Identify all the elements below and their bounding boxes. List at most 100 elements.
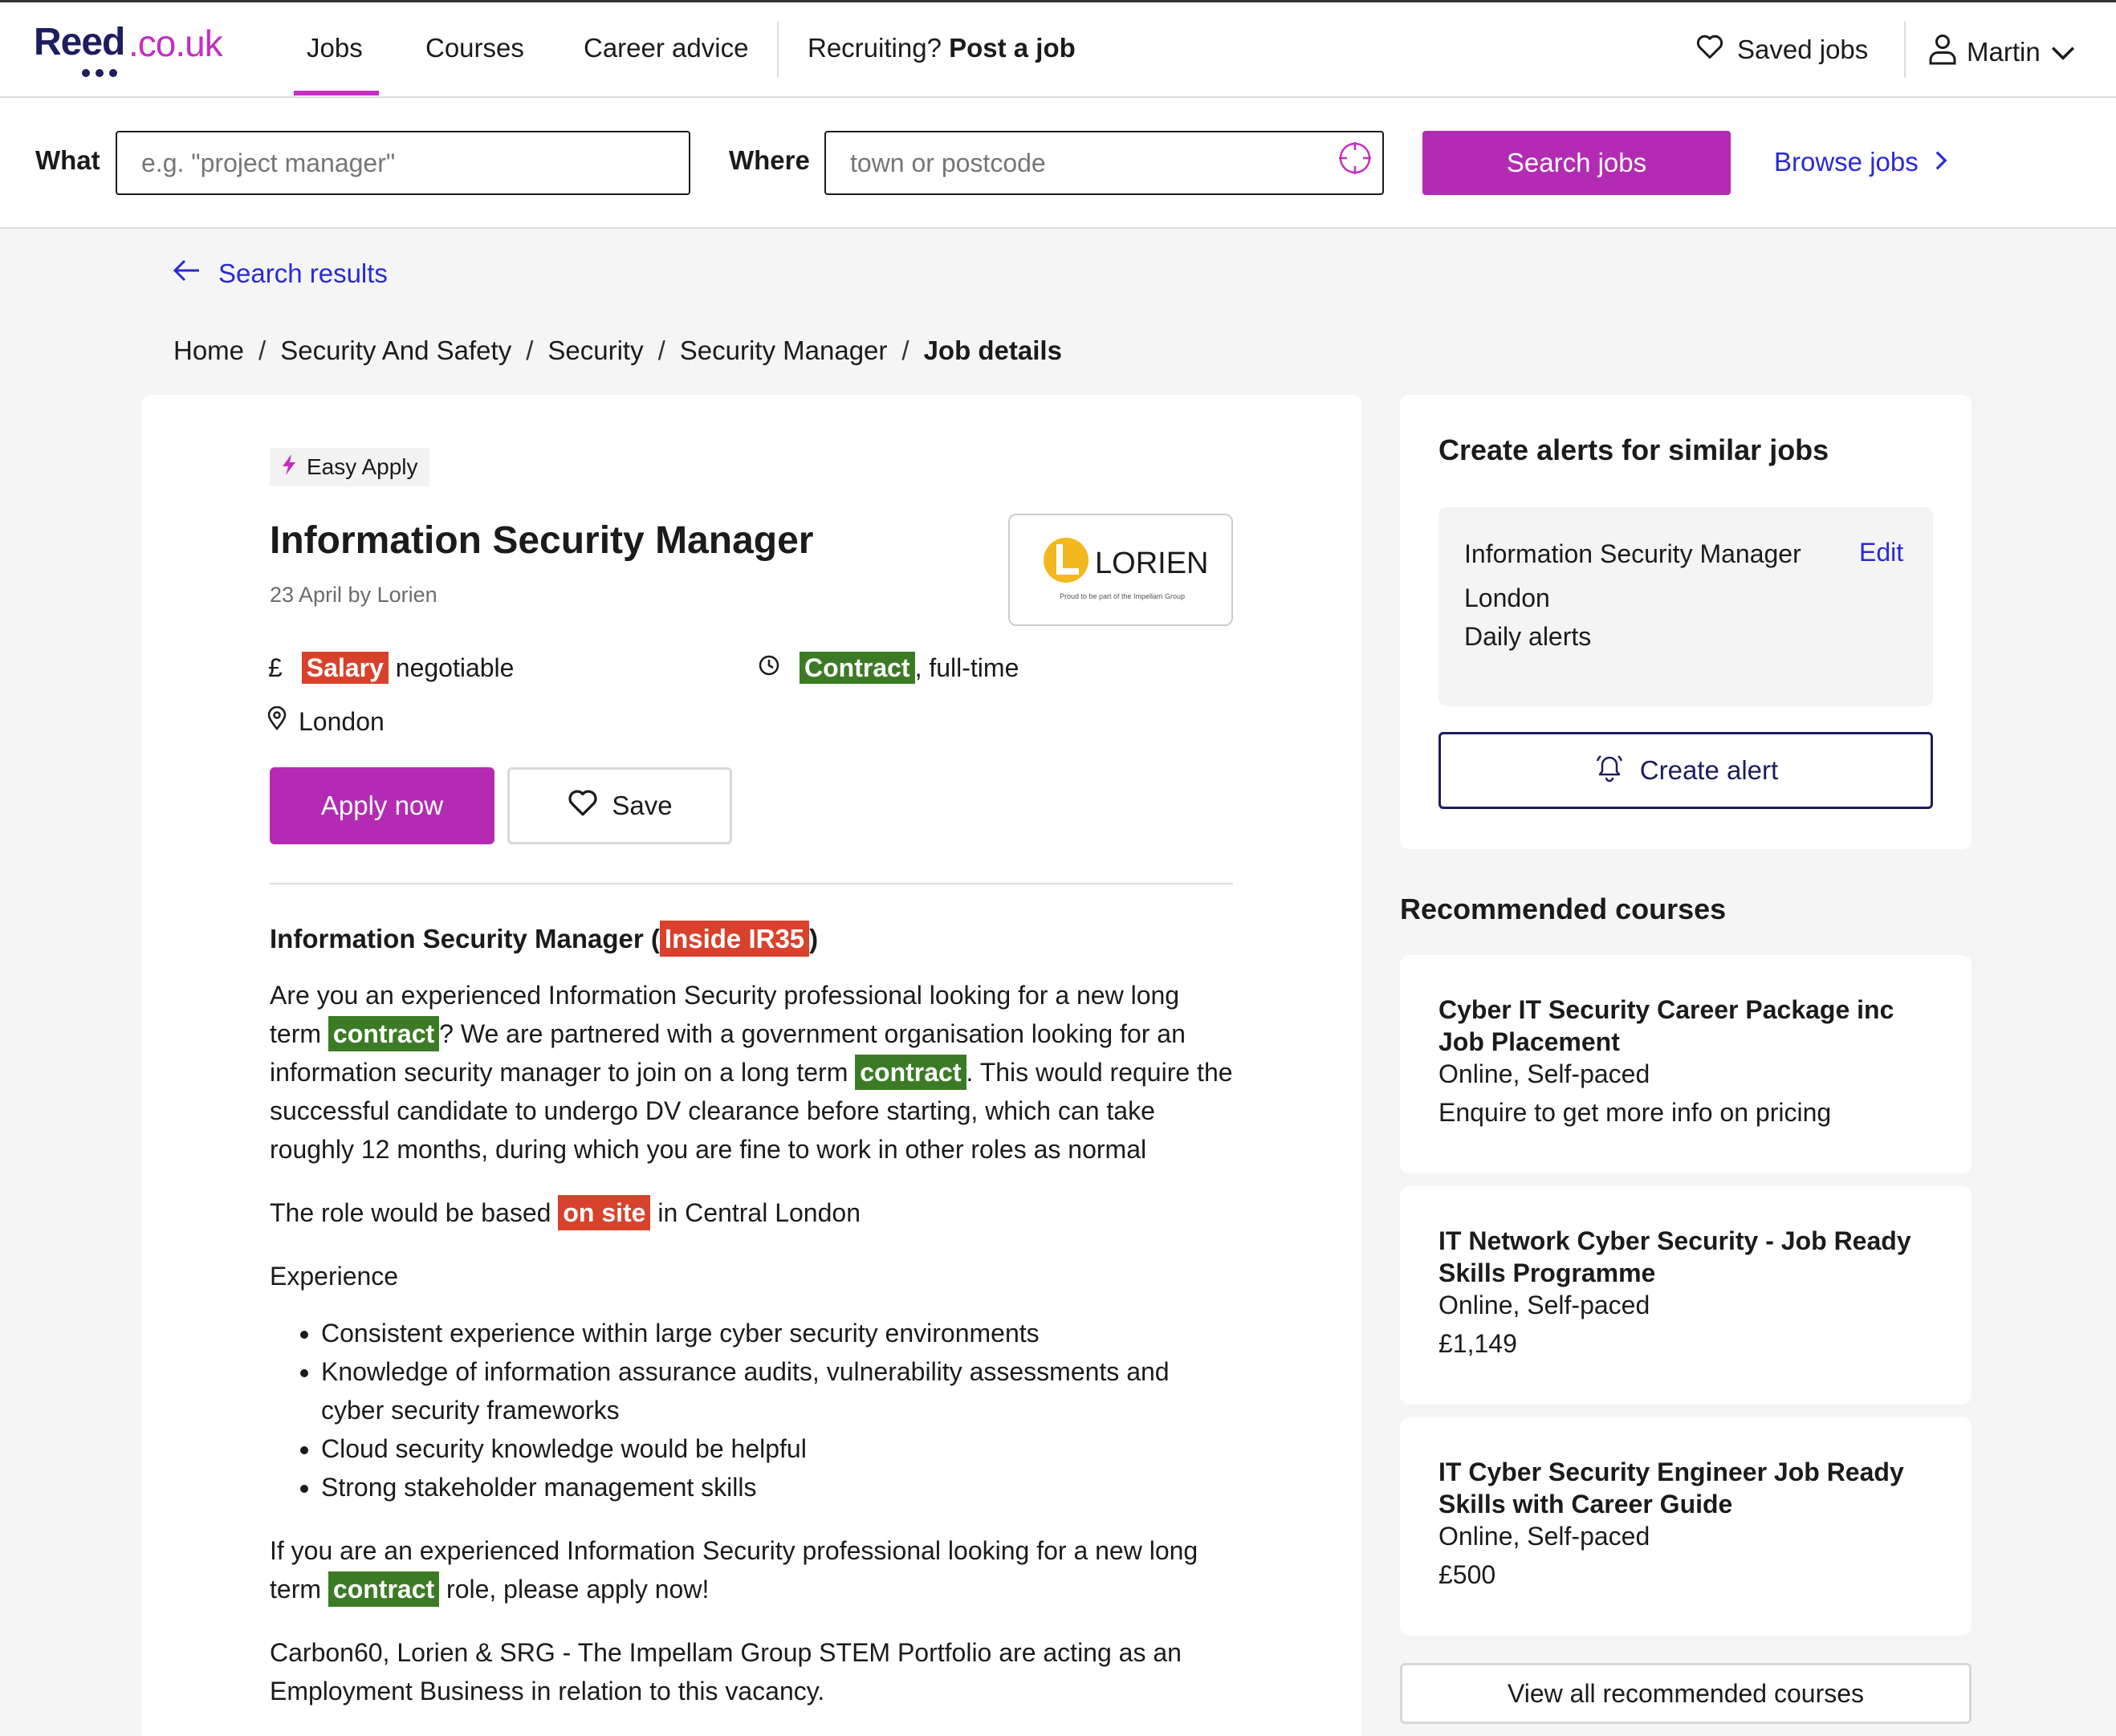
reed-logo[interactable]: Reed .co.uk	[34, 20, 226, 77]
alert-job-title: Information Security Manager	[1464, 539, 1801, 568]
alerts-title: Create alerts for similar jobs	[1438, 433, 1829, 466]
heart-icon	[1695, 33, 1724, 67]
description-paragraph: Are you an experienced Information Secur…	[270, 981, 1233, 1164]
divider	[270, 883, 1233, 884]
alert-frequency: Daily alerts	[1464, 622, 1592, 651]
job-type-info: Contract, full-time	[758, 652, 1019, 684]
onsite-highlight: on site	[558, 1195, 651, 1230]
lorien-logo-graphic: LORIEN Proud to be part of the Impellam …	[1044, 538, 1208, 600]
easy-apply-badge: Easy Apply	[270, 448, 429, 486]
post-a-job-link[interactable]: Post a job	[949, 33, 1076, 63]
description-heading: Information Security Manager (Inside IR3…	[270, 920, 1233, 958]
logo-suffix: .co.uk	[128, 22, 223, 64]
nav-divider	[777, 22, 779, 78]
location-pin-icon	[267, 705, 287, 737]
company-logo[interactable]: LORIEN Proud to be part of the Impellam …	[1008, 514, 1233, 626]
view-all-courses-button[interactable]: View all recommended courses	[1400, 1663, 1972, 1724]
course-price: £500	[1438, 1560, 1496, 1589]
user-name: Martin	[1967, 37, 2041, 67]
contract-highlight: contract	[328, 1016, 440, 1051]
location-info: London	[267, 705, 385, 737]
description-paragraph: Carbon60, Lorien & SRG - The Impellam Gr…	[270, 1638, 1182, 1706]
create-alert-button[interactable]: Create alert	[1438, 732, 1933, 809]
logo-dots	[82, 67, 130, 77]
search-jobs-button[interactable]: Search jobs	[1422, 131, 1731, 195]
job-title: Information Security Manager	[270, 519, 814, 562]
breadcrumb-separator: /	[258, 335, 267, 365]
clock-icon	[758, 653, 780, 683]
salary-value: negotiable	[395, 653, 515, 682]
course-title[interactable]: IT Network Cyber Security - Job Ready Sk…	[1438, 1225, 1920, 1289]
nav-jobs[interactable]: Jobs	[307, 33, 363, 63]
easy-apply-label: Easy Apply	[307, 454, 418, 479]
job-type-value: , full-time	[914, 653, 1019, 682]
course-mode: Online, Self-paced	[1438, 1291, 1650, 1319]
arrow-left-icon	[172, 258, 201, 289]
search-bar: What Where Search jobs Browse jobs	[0, 99, 2116, 229]
course-title[interactable]: Cyber IT Security Career Package inc Job…	[1438, 994, 1920, 1058]
browse-jobs-label: Browse jobs	[1774, 147, 1919, 177]
alert-edit-link[interactable]: Edit	[1859, 538, 1903, 567]
breadcrumb-separator: /	[657, 335, 665, 365]
posted-info: 23 April by Lorien	[270, 583, 437, 607]
breadcrumb: Home / Security And Safety / Security / …	[173, 335, 1062, 366]
course-price: Enquire to get more info on pricing	[1438, 1098, 1832, 1127]
description-paragraph: The role would be based on site in Centr…	[270, 1193, 1233, 1232]
breadcrumb-security-and-safety[interactable]: Security And Safety	[280, 335, 511, 366]
list-item: Strong stakeholder management skills	[321, 1468, 1233, 1506]
experience-heading: Experience	[270, 1262, 399, 1291]
lightning-icon	[281, 453, 297, 482]
contract-highlight: Contract	[800, 652, 915, 684]
nav-courses[interactable]: Courses	[425, 33, 524, 63]
list-item: Consistent experience within large cyber…	[321, 1314, 1233, 1352]
salary-highlight: Salary	[301, 652, 389, 684]
location-value: London	[299, 706, 385, 736]
save-label: Save	[612, 791, 673, 820]
course-price: £1,149	[1438, 1329, 1517, 1358]
create-alert-label: Create alert	[1639, 755, 1779, 785]
recruiting-link[interactable]: Recruiting? Post a job	[808, 33, 1076, 63]
saved-jobs-label: Saved jobs	[1737, 35, 1869, 64]
saved-jobs-link[interactable]: Saved jobs	[1695, 33, 1868, 67]
nav-career-advice[interactable]: Career advice	[584, 33, 748, 63]
alert-location: London	[1464, 583, 1550, 612]
breadcrumb-separator: /	[901, 335, 909, 365]
back-to-search-results[interactable]: Search results	[172, 258, 388, 289]
list-item: Cloud security knowledge would be helpfu…	[321, 1429, 1233, 1468]
logo-main: Reed	[34, 21, 125, 63]
course-mode: Online, Self-paced	[1438, 1522, 1650, 1551]
breadcrumb-security[interactable]: Security	[547, 335, 643, 366]
course-title[interactable]: IT Cyber Security Engineer Job Ready Ski…	[1438, 1456, 1920, 1520]
breadcrumb-current: Job details	[923, 335, 1062, 365]
description-paragraph: If you are an experienced Information Se…	[270, 1531, 1233, 1608]
job-description: Information Security Manager (Inside IR3…	[270, 920, 1233, 1735]
contract-highlight: contract	[855, 1055, 966, 1090]
apply-now-button[interactable]: Apply now	[270, 767, 494, 844]
breadcrumb-security-manager[interactable]: Security Manager	[680, 335, 888, 366]
bell-icon	[1593, 751, 1626, 790]
locate-icon[interactable]	[1337, 140, 1373, 176]
list-item: Knowledge of information assurance audit…	[321, 1352, 1233, 1429]
course-card[interactable]: IT Network Cyber Security - Job Ready Sk…	[1400, 1186, 1972, 1405]
breadcrumb-home[interactable]: Home	[173, 335, 244, 366]
heart-icon	[567, 788, 599, 823]
breadcrumb-separator: /	[526, 335, 534, 365]
experience-list: Consistent experience within large cyber…	[321, 1314, 1233, 1506]
what-input[interactable]	[116, 131, 690, 195]
back-link-label: Search results	[218, 258, 388, 288]
chevron-right-icon	[1935, 147, 1947, 177]
where-input[interactable]	[824, 131, 1384, 195]
save-job-button[interactable]: Save	[507, 767, 732, 844]
svg-text:Proud to be part of the Impell: Proud to be part of the Impellam Group	[1060, 592, 1185, 600]
browse-jobs-link[interactable]: Browse jobs	[1774, 147, 1947, 177]
recruiting-prefix: Recruiting?	[808, 33, 942, 63]
course-card[interactable]: IT Cyber Security Engineer Job Ready Ski…	[1400, 1417, 1972, 1636]
ir35-highlight: Inside IR35	[659, 921, 810, 957]
pound-icon: £	[268, 653, 283, 682]
recommended-courses-title: Recommended courses	[1400, 892, 1727, 925]
course-card[interactable]: Cyber IT Security Career Package inc Job…	[1400, 955, 1972, 1173]
user-menu[interactable]: Martin	[1928, 33, 2076, 71]
where-label: Where	[729, 145, 810, 175]
what-label: What	[35, 145, 100, 175]
contract-highlight: contract	[328, 1571, 440, 1607]
